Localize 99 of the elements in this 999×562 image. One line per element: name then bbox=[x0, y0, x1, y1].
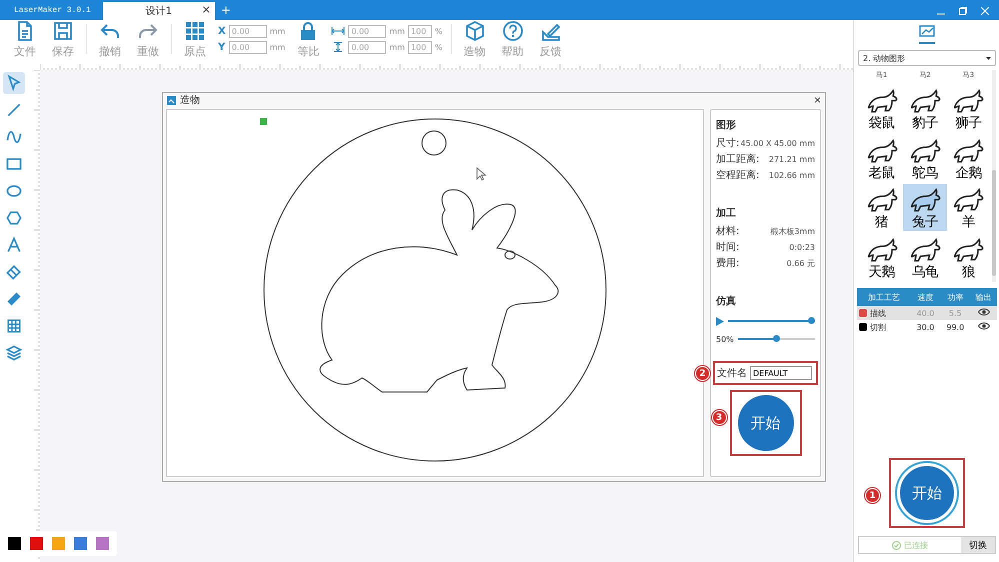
start-button[interactable]: 开始 bbox=[897, 463, 957, 523]
cube-icon bbox=[464, 20, 486, 42]
close-tab-button[interactable]: × bbox=[202, 3, 211, 16]
shape-item[interactable]: 鸵鸟 bbox=[903, 134, 947, 182]
app-icon bbox=[167, 96, 176, 104]
shape-item[interactable]: 狼 bbox=[946, 234, 990, 282]
filename-label: 文件名 bbox=[717, 366, 747, 380]
section-heading: 加工 bbox=[716, 206, 737, 220]
percent-label: % bbox=[434, 42, 443, 52]
color-swatch[interactable] bbox=[96, 537, 109, 550]
speed-label: 50% bbox=[716, 334, 734, 344]
layer-color-swatch[interactable] bbox=[859, 323, 867, 332]
select-tool[interactable] bbox=[3, 72, 25, 94]
shape-item[interactable]: 兔子 bbox=[903, 184, 947, 232]
table-icon bbox=[5, 317, 23, 335]
layer-name: 切割 bbox=[870, 322, 886, 332]
info-label: 加工距离: bbox=[716, 152, 760, 166]
maximize-icon[interactable] bbox=[959, 7, 967, 15]
eye-outline bbox=[504, 250, 516, 260]
shape-item[interactable]: 企鹅 bbox=[946, 134, 990, 182]
progress-slider[interactable] bbox=[728, 317, 815, 325]
eye-icon[interactable] bbox=[978, 322, 990, 330]
info-value: 0.66 元 bbox=[786, 258, 815, 269]
new-tab-button[interactable]: + bbox=[214, 3, 237, 20]
column-header: 加工工艺 bbox=[857, 288, 911, 306]
color-swatch[interactable] bbox=[8, 537, 21, 550]
save-icon bbox=[52, 20, 74, 42]
ruler-icon bbox=[5, 290, 23, 308]
info-value: 102.66 mm bbox=[768, 171, 815, 180]
step-badge: 2 bbox=[695, 366, 710, 381]
layer-color-swatch[interactable] bbox=[859, 309, 867, 318]
shape-item[interactable]: 袋鼠 bbox=[860, 84, 904, 132]
shapes-tab-icon[interactable] bbox=[919, 25, 935, 44]
info-label: 费用: bbox=[716, 256, 740, 270]
layers-icon bbox=[5, 344, 23, 362]
info-value: 45.00 X 45.00 mm bbox=[740, 139, 815, 148]
info-value: 271.21 mm bbox=[768, 155, 815, 164]
color-swatch[interactable] bbox=[30, 537, 43, 550]
step-badge: 3 bbox=[712, 410, 726, 425]
category-dropdown[interactable]: 2. 动物图形 bbox=[858, 50, 996, 66]
info-value: 0:0:23 bbox=[789, 243, 815, 252]
document-tab[interactable]: 设计1 × bbox=[102, 2, 215, 20]
unit-label: mm bbox=[270, 42, 286, 52]
column-header: 输出 bbox=[970, 288, 997, 306]
table-cell: 5.5 bbox=[940, 306, 970, 320]
play-icon[interactable] bbox=[716, 316, 724, 326]
info-label: 空程距离: bbox=[716, 168, 760, 182]
info-value: 椴木板3mm bbox=[770, 226, 815, 237]
eye-icon[interactable] bbox=[978, 308, 990, 316]
shape-item[interactable]: 老鼠 bbox=[860, 134, 904, 182]
close-button[interactable]: × bbox=[814, 93, 821, 107]
grid-icon bbox=[184, 20, 206, 42]
y-label: Y bbox=[218, 42, 226, 52]
table-cell: 99.0 bbox=[940, 320, 970, 334]
shape-item[interactable]: 羊 bbox=[946, 184, 990, 232]
app-title: LaserMaker 3.0.1 bbox=[13, 6, 92, 17]
switch-button[interactable]: 切换 bbox=[961, 537, 995, 553]
check-icon bbox=[892, 540, 901, 550]
section-heading: 图形 bbox=[716, 119, 737, 132]
color-swatch[interactable] bbox=[74, 537, 87, 550]
column-header: 功率 bbox=[940, 288, 970, 306]
connection-status: 已连接 bbox=[904, 540, 928, 550]
layer-name: 描线 bbox=[870, 308, 886, 318]
unit-label: mm bbox=[270, 26, 286, 36]
marker-square bbox=[260, 118, 267, 125]
letter-icon bbox=[5, 236, 23, 254]
shape-item[interactable]: 豹子 bbox=[903, 84, 947, 132]
column-header: 速度 bbox=[910, 288, 940, 306]
percent-label: % bbox=[434, 26, 443, 36]
info-label: 时间: bbox=[716, 240, 740, 254]
pointer-icon bbox=[5, 74, 23, 92]
cursor-icon bbox=[476, 167, 487, 181]
eraser-icon bbox=[5, 263, 23, 281]
scrollbar[interactable] bbox=[992, 70, 996, 282]
dialog-title: 造物 bbox=[180, 94, 200, 107]
table-cell: 30.0 bbox=[910, 320, 940, 334]
close-icon[interactable] bbox=[981, 7, 989, 15]
line-icon bbox=[5, 101, 23, 119]
info-label: 材料: bbox=[716, 224, 740, 238]
shape-item[interactable]: 狮子 bbox=[946, 84, 990, 132]
x-label: X bbox=[218, 26, 226, 36]
width-icon bbox=[331, 26, 346, 36]
color-swatch[interactable] bbox=[52, 537, 65, 550]
unit-label: mm bbox=[389, 26, 405, 36]
unit-label: mm bbox=[389, 42, 405, 52]
table-cell: 40.0 bbox=[910, 306, 940, 320]
info-label: 尺寸: bbox=[716, 136, 740, 150]
filename-field[interactable]: DEFAULT bbox=[750, 366, 812, 380]
curve-icon bbox=[5, 128, 23, 146]
caret-icon bbox=[986, 56, 991, 60]
shape-item[interactable]: 猪 bbox=[860, 184, 904, 232]
help-icon bbox=[502, 20, 524, 42]
step-badge: 1 bbox=[865, 488, 880, 503]
shape-item[interactable]: 乌龟 bbox=[903, 234, 947, 282]
hole-outline bbox=[422, 130, 446, 156]
start-button[interactable]: 开始 bbox=[738, 395, 794, 451]
shape-item[interactable]: 天鹅 bbox=[860, 234, 904, 282]
section-heading: 仿真 bbox=[716, 294, 737, 308]
hexagon-icon bbox=[5, 209, 23, 227]
